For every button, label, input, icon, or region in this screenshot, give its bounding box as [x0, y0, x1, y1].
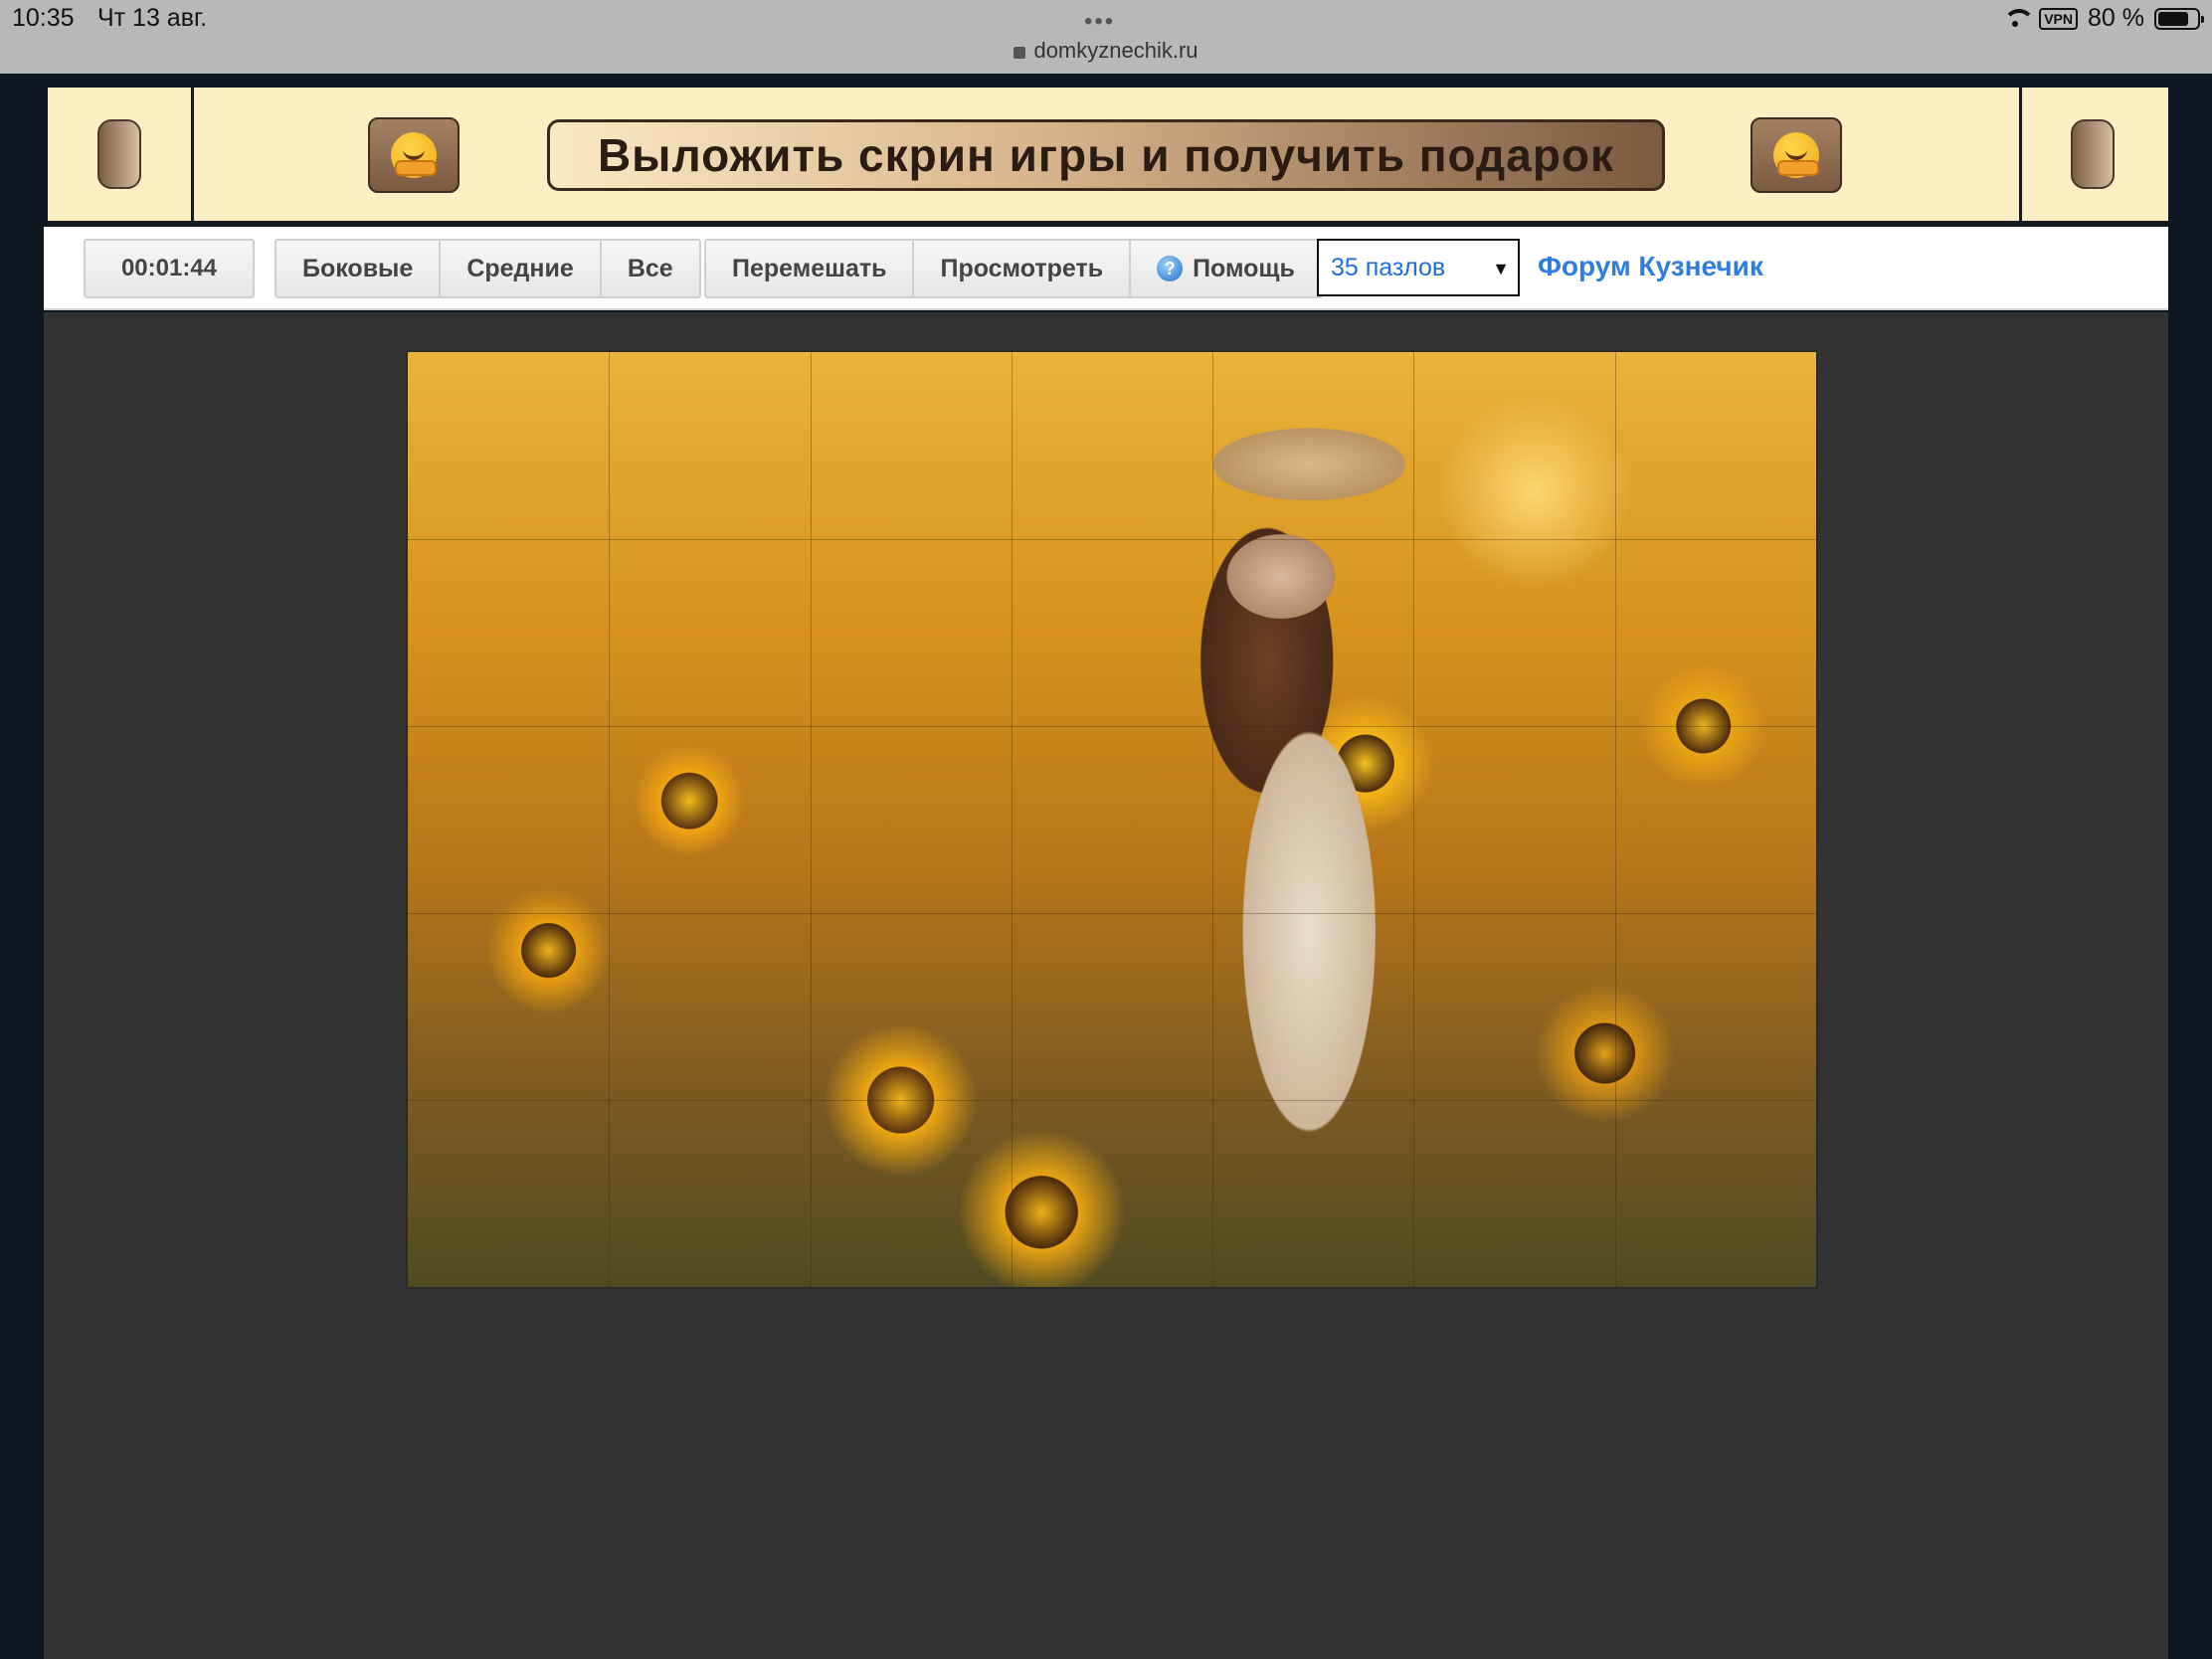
hug-emoji-button-right[interactable]	[1751, 117, 1842, 193]
puzzle-stage	[44, 312, 2168, 1659]
hugging-face-icon	[1773, 132, 1819, 178]
puzzle-seam-horizontal	[408, 1100, 1816, 1101]
actions-group: Перемешать Просмотреть ? Помощь	[704, 239, 1323, 298]
url-text: domkyznechik.ru	[1033, 38, 1198, 63]
puzzle-seam-horizontal	[408, 539, 1816, 540]
puzzle-seam-vertical	[1413, 352, 1415, 1287]
help-icon: ?	[1157, 256, 1184, 281]
puzzle-seam-vertical	[810, 352, 812, 1287]
pieces-count-select[interactable]: 35 пазлов ▼	[1317, 239, 1520, 296]
puzzle-seam-vertical	[1212, 352, 1214, 1287]
banner-divider	[2019, 88, 2022, 224]
middle-pieces-button[interactable]: Средние	[441, 241, 602, 296]
more-dots-icon[interactable]: •••	[1084, 8, 1115, 36]
puzzle-seam-horizontal	[408, 726, 1816, 727]
promo-button[interactable]: Выложить скрин игры и получить подарок	[547, 119, 1665, 191]
puzzle-seam-vertical	[1614, 352, 1616, 1287]
puzzle-board[interactable]	[406, 350, 1818, 1289]
status-indicators: VPN 80 %	[2001, 4, 2204, 33]
help-label: Помощь	[1193, 254, 1295, 282]
left-pill-decoration	[97, 119, 141, 189]
wifi-icon	[2001, 8, 2036, 29]
lock-icon	[1014, 47, 1026, 59]
edge-pieces-button[interactable]: Боковые	[276, 241, 442, 296]
puzzle-seam-horizontal	[408, 913, 1816, 914]
puzzle-seam-vertical	[1011, 352, 1013, 1287]
address-bar[interactable]: domkyznechik.ru	[0, 38, 2212, 64]
pieces-count-value: 35 пазлов	[1331, 253, 1446, 281]
preview-button[interactable]: Просмотреть	[914, 241, 1132, 296]
header-banner: Выложить скрин игры и получить подарок	[48, 88, 2168, 224]
piece-filter-group: Боковые Средние Все	[275, 239, 701, 298]
shuffle-button[interactable]: Перемешать	[706, 241, 915, 296]
right-pill-decoration	[2071, 119, 2115, 189]
dropdown-arrow-icon: ▼	[1492, 259, 1510, 278]
vpn-badge: VPN	[2039, 7, 2079, 30]
ios-status-bar: 10:35 Чт 13 авг. ••• domkyznechik.ru VPN…	[0, 0, 2212, 74]
all-pieces-button[interactable]: Все	[601, 241, 699, 296]
status-time: 10:35	[12, 4, 75, 32]
game-toolbar: 00:01:44 Боковые Средние Все Перемешать …	[44, 227, 2168, 310]
forum-link[interactable]: Форум Кузнечик	[1538, 251, 1763, 282]
hug-emoji-button[interactable]	[368, 117, 460, 193]
timer-display: 00:01:44	[84, 239, 255, 298]
battery-percent: 80 %	[2088, 4, 2144, 32]
battery-icon	[2154, 7, 2204, 30]
puzzle-seam-vertical	[609, 352, 611, 1287]
banner-divider	[191, 88, 194, 224]
status-date: Чт 13 авг.	[97, 4, 208, 32]
help-button[interactable]: ? Помощь	[1131, 241, 1321, 296]
hugging-face-icon	[391, 132, 437, 178]
